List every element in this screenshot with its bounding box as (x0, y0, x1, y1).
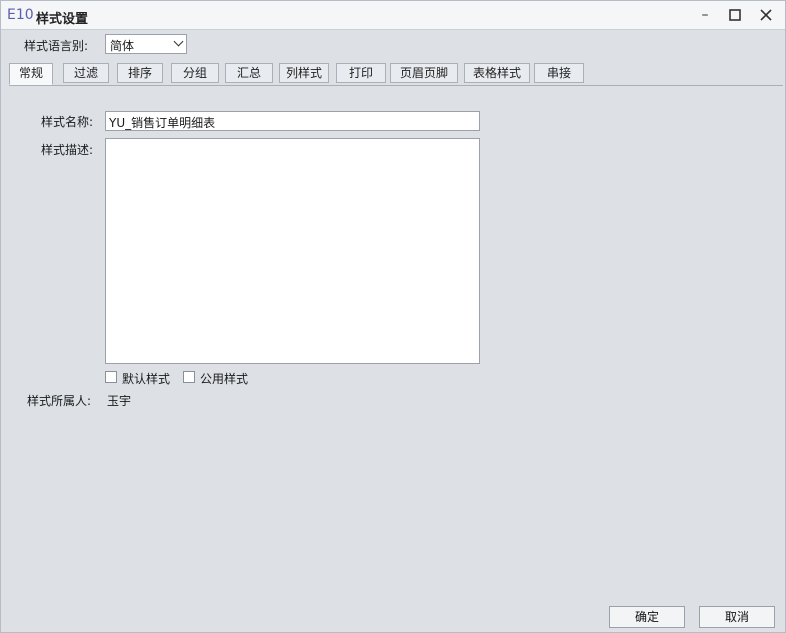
tab-filter[interactable]: 过滤 (63, 63, 109, 83)
minimize-icon[interactable]: – (694, 5, 716, 25)
ok-button[interactable]: 确定 (609, 606, 685, 628)
owner-label: 样式所属人: (27, 394, 92, 408)
cancel-button[interactable]: 取消 (699, 606, 775, 628)
owner-value: 玉宇 (107, 394, 132, 408)
default-style-checkbox[interactable] (105, 371, 117, 383)
title-bar: E10 样式设置 – (1, 1, 785, 30)
tab-general[interactable]: 常规 (9, 63, 53, 85)
language-select-value: 简体 (110, 39, 135, 53)
app-logo: E10 (7, 7, 34, 23)
tab-group[interactable]: 分组 (171, 63, 219, 83)
style-desc-textarea[interactable] (105, 138, 480, 364)
default-style-label: 默认样式 (122, 372, 171, 386)
tab-column-style[interactable]: 列样式 (279, 63, 329, 83)
language-label: 样式语言别: (24, 39, 89, 53)
close-icon[interactable] (755, 5, 777, 25)
tab-sort[interactable]: 排序 (117, 63, 163, 83)
public-style-checkbox[interactable] (183, 371, 195, 383)
tab-divider (9, 85, 783, 86)
tab-header-footer[interactable]: 页眉页脚 (390, 63, 458, 83)
style-name-value: YU_销售订单明细表 (109, 116, 216, 130)
style-name-input[interactable]: YU_销售订单明细表 (105, 111, 480, 131)
chevron-down-icon (173, 36, 184, 47)
tab-summary[interactable]: 汇总 (225, 63, 273, 83)
style-settings-window: E10 样式设置 – 样式语言别: 简体 常规 过滤 排序 分组 汇总 列样式 … (0, 0, 786, 633)
window-title: 样式设置 (36, 12, 89, 27)
public-style-label: 公用样式 (200, 372, 249, 386)
maximize-icon[interactable] (724, 5, 746, 25)
style-desc-label: 样式描述: (41, 143, 94, 157)
tab-concatenate[interactable]: 串接 (534, 63, 584, 83)
tab-table-style[interactable]: 表格样式 (464, 63, 530, 83)
style-name-label: 样式名称: (41, 115, 94, 129)
language-select[interactable]: 简体 (105, 34, 187, 54)
tab-print[interactable]: 打印 (336, 63, 386, 83)
